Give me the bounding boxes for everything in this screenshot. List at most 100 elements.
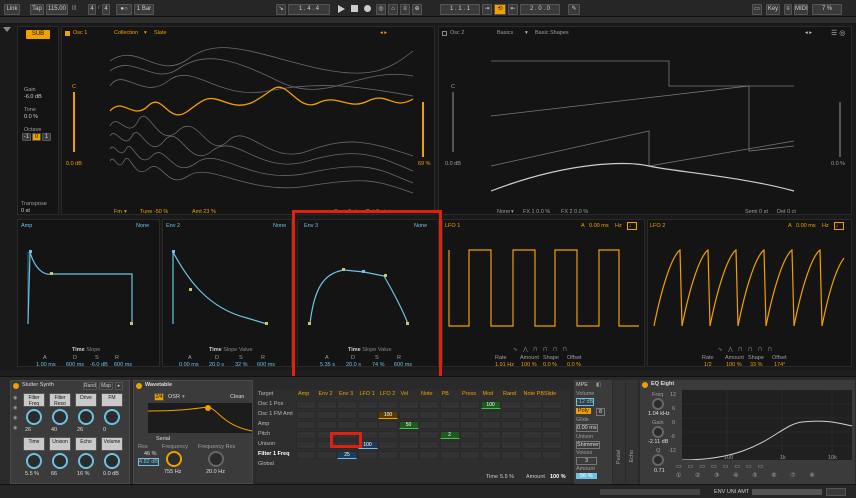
matrix-cell[interactable] bbox=[501, 441, 521, 449]
matrix-cell[interactable] bbox=[480, 431, 501, 439]
filter-type-select[interactable]: OSR bbox=[168, 394, 180, 400]
matrix-cell[interactable] bbox=[480, 411, 501, 419]
amp-env-mode[interactable]: None bbox=[136, 223, 149, 229]
matrix-cell[interactable] bbox=[398, 401, 419, 409]
osc1-collection-select[interactable]: Collection bbox=[114, 30, 138, 36]
loop-length-field[interactable]: 2 . 0 . 0 bbox=[520, 4, 560, 15]
punch-button[interactable]: ⊕ bbox=[412, 4, 422, 15]
matrix-cell[interactable] bbox=[337, 401, 357, 409]
macro-knob-3[interactable] bbox=[78, 409, 94, 425]
osc2-position-slider[interactable] bbox=[839, 102, 841, 157]
matrix-cell-value-fmamt[interactable]: 100 bbox=[378, 411, 398, 419]
env2-d-value[interactable]: 20.0 s bbox=[209, 362, 224, 368]
frequency-value[interactable]: 755 Hz bbox=[164, 469, 181, 475]
macro-value-4[interactable]: 0 bbox=[103, 427, 106, 433]
macro-name-2[interactable]: Filter Reso bbox=[49, 393, 71, 407]
lfo2-attack-value[interactable]: 0.00 ms bbox=[796, 223, 816, 229]
rack-rand-button[interactable]: Rand bbox=[83, 382, 97, 390]
matrix-cell[interactable] bbox=[419, 431, 439, 439]
octave-plus[interactable]: 1 bbox=[42, 133, 51, 141]
matrix-cell[interactable] bbox=[480, 451, 501, 459]
osc2-preset-select[interactable]: Basic Shapes bbox=[535, 30, 569, 36]
osc2-level-value[interactable]: 0.0 dB bbox=[445, 161, 461, 167]
pedal-strip[interactable]: Pedal bbox=[613, 380, 625, 484]
osc1-position-value[interactable]: 69 % bbox=[418, 161, 431, 167]
matrix-cell[interactable] bbox=[501, 451, 521, 459]
macro-value-3[interactable]: 26 bbox=[77, 427, 83, 433]
matrix-cell[interactable] bbox=[542, 421, 562, 429]
matrix-cell[interactable] bbox=[337, 411, 357, 419]
matrix-cell[interactable] bbox=[521, 441, 542, 449]
lfo2-shape-value[interactable]: 33 % bbox=[750, 362, 763, 368]
matrix-cell[interactable] bbox=[296, 401, 316, 409]
sig-den-field[interactable]: 4 bbox=[102, 4, 110, 15]
rack-map-button[interactable]: Map bbox=[99, 382, 113, 390]
matrix-cell[interactable] bbox=[439, 451, 460, 459]
osc1-nav-arrows[interactable]: ◂ ▸ bbox=[380, 30, 387, 36]
mpe-unison-mode[interactable]: Shimmer bbox=[576, 441, 601, 449]
osc2-level-slider[interactable] bbox=[452, 92, 454, 152]
matrix-cell[interactable] bbox=[296, 431, 316, 439]
env2-graph[interactable] bbox=[167, 238, 289, 328]
matrix-cell[interactable] bbox=[398, 431, 419, 439]
punch-in-button[interactable]: ⇥ bbox=[482, 4, 492, 15]
matrix-row-label-6[interactable]: Unison bbox=[258, 441, 275, 447]
matrix-cell-value-pitch[interactable]: 2 bbox=[439, 431, 460, 439]
matrix-cell[interactable] bbox=[542, 451, 562, 459]
play-button[interactable] bbox=[338, 5, 345, 13]
punch-out-button[interactable]: ⇤ bbox=[508, 4, 518, 15]
sig-num-field[interactable]: 4 bbox=[88, 4, 96, 15]
wavetable-power-icon[interactable] bbox=[136, 383, 142, 389]
filter-num-select[interactable]: 2/4 bbox=[154, 393, 164, 401]
matrix-cell[interactable] bbox=[501, 401, 521, 409]
eq-band-buttons[interactable]: ▭▭▭▭▭▭▭▭ ① ② ③ ④ ⑤ ⑥ ⑦ ⑧ bbox=[676, 463, 852, 481]
matrix-cell[interactable] bbox=[316, 451, 337, 459]
amp-env-graph[interactable] bbox=[22, 238, 157, 328]
eq-q-knob[interactable] bbox=[652, 454, 664, 466]
matrix-cell[interactable] bbox=[296, 451, 316, 459]
matrix-cell-value-filter[interactable]: 25 bbox=[337, 451, 357, 459]
mpe-menu-icon[interactable]: ◧ bbox=[596, 382, 601, 388]
osc1-fm-label[interactable]: Fm bbox=[114, 209, 122, 215]
env2-s-value[interactable]: 32 % bbox=[235, 362, 248, 368]
osc2-position-value[interactable]: 0.0 % bbox=[831, 161, 845, 167]
mpe-volume-value[interactable]: -12 dB bbox=[576, 398, 595, 406]
link-button[interactable]: Link bbox=[4, 4, 20, 15]
key-map-button[interactable]: Key bbox=[766, 4, 780, 15]
matrix-cell[interactable] bbox=[357, 421, 378, 429]
osc1-wavetable-display[interactable] bbox=[108, 41, 418, 201]
matrix-cell[interactable] bbox=[378, 431, 398, 439]
automation-button[interactable]: ⌂ bbox=[388, 4, 398, 15]
stop-button[interactable] bbox=[351, 5, 358, 12]
matrix-cell[interactable] bbox=[542, 401, 562, 409]
osc2-fx1[interactable]: FX 1 0.0 % bbox=[523, 209, 550, 215]
macro-value-5[interactable]: 5.5 % bbox=[25, 471, 39, 477]
matrix-cell[interactable] bbox=[378, 401, 398, 409]
macro-value-8[interactable]: 0.0 dB bbox=[103, 471, 119, 477]
osc2-menu-icon[interactable]: ☰ ◎ bbox=[831, 29, 845, 37]
res-freq-value[interactable]: 4.82 dB bbox=[138, 458, 159, 466]
matrix-row-label-7[interactable]: Filter 1 Freq bbox=[258, 451, 289, 457]
matrix-row-label-5[interactable]: Pitch bbox=[258, 431, 270, 437]
macro-knob-1[interactable] bbox=[26, 409, 42, 425]
frequency-knob[interactable] bbox=[166, 451, 182, 467]
rack-side-icons[interactable]: ◉ ◉ ◉ ◉ bbox=[13, 393, 19, 453]
matrix-cell[interactable] bbox=[296, 411, 316, 419]
res-value[interactable]: 46 % bbox=[144, 451, 157, 457]
osc1-tune[interactable]: Tune -50 % bbox=[140, 209, 168, 215]
matrix-cell[interactable] bbox=[398, 441, 419, 449]
matrix-cell[interactable] bbox=[521, 451, 542, 459]
macro-value-7[interactable]: 16 % bbox=[77, 471, 90, 477]
osc1-preset-select[interactable]: Slate bbox=[154, 30, 167, 36]
matrix-cell[interactable] bbox=[480, 441, 501, 449]
lfo2-amount-value[interactable]: 100 % bbox=[726, 362, 742, 368]
matrix-cell[interactable] bbox=[460, 401, 480, 409]
matrix-cell[interactable] bbox=[501, 431, 521, 439]
matrix-cell[interactable] bbox=[357, 451, 378, 459]
octave-minus[interactable]: -1 bbox=[22, 133, 31, 141]
lfo1-wave-display[interactable] bbox=[447, 246, 642, 332]
matrix-cell[interactable] bbox=[480, 421, 501, 429]
position-field[interactable]: 1 . 4 . 4 bbox=[288, 4, 330, 15]
eq-q-value[interactable]: 0.71 bbox=[654, 468, 665, 474]
matrix-cell[interactable] bbox=[501, 411, 521, 419]
